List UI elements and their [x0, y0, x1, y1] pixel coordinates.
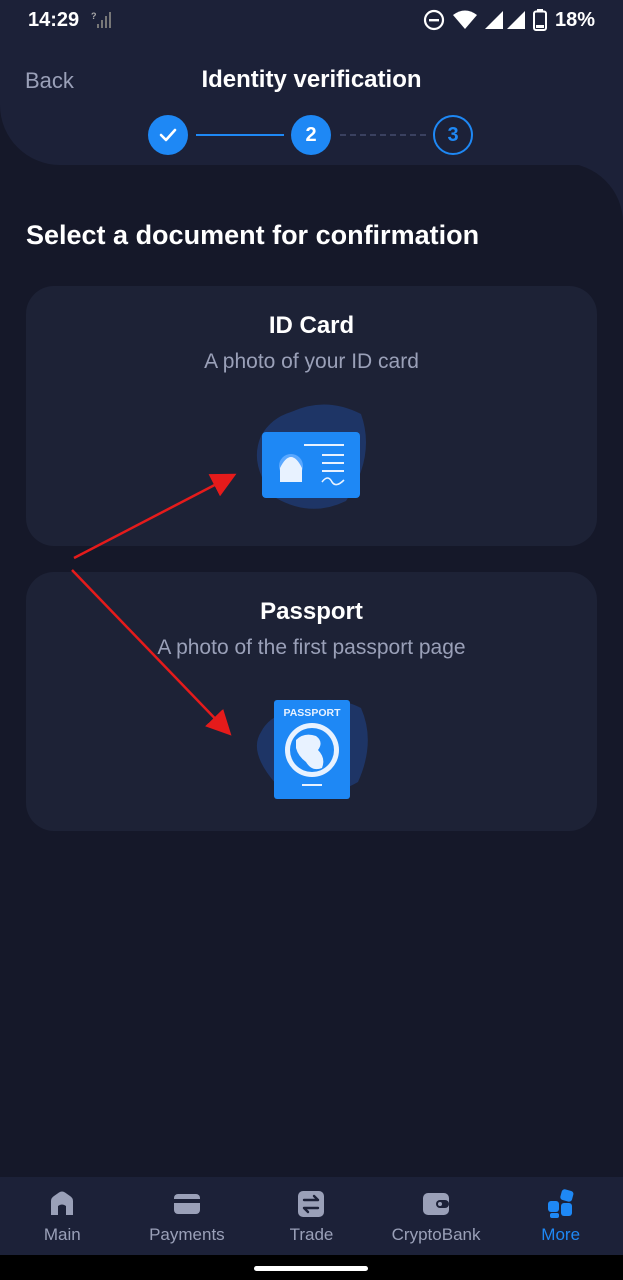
id-card-icon	[256, 404, 366, 509]
step-1-completed	[148, 115, 188, 155]
cell-signal-icon	[484, 11, 525, 29]
battery-level: 18%	[554, 8, 595, 31]
progress-stepper: 2 3	[148, 115, 474, 155]
home-gesture-handle[interactable]	[254, 1266, 368, 1271]
header-curve	[563, 163, 623, 223]
wallet-icon	[423, 1193, 450, 1215]
section-title: Select a document for confirmation	[26, 220, 480, 250]
checkmark-icon	[159, 128, 177, 142]
tab-trade[interactable]: Trade	[249, 1177, 374, 1255]
tab-more[interactable]: More	[498, 1177, 623, 1255]
step-3-pending: 3	[433, 115, 473, 155]
passport-option[interactable]: Passport A photo of the first passport p…	[26, 572, 597, 831]
signal-question-icon: ?	[91, 11, 112, 28]
tab-label: CryptoBank	[391, 1225, 481, 1244]
tab-label: Payments	[149, 1225, 225, 1244]
system-navigation-bar	[0, 1255, 623, 1280]
tab-label: Main	[43, 1225, 81, 1244]
tab-cryptobank[interactable]: CryptoBank	[374, 1177, 499, 1255]
bottom-tab-bar: Main Payments Trade CryptoBank More	[0, 1177, 623, 1255]
card-icon	[173, 1194, 200, 1214]
tab-payments[interactable]: Payments	[125, 1177, 250, 1255]
grid-icon	[547, 1189, 574, 1218]
id-card-option[interactable]: ID Card A photo of your ID card	[26, 286, 597, 546]
do-not-disturb-icon	[423, 9, 445, 31]
home-icon	[51, 1191, 74, 1215]
step-2-current: 2	[291, 115, 331, 155]
status-bar: 14:29 ? 18%	[0, 0, 623, 40]
passport-icon-label: PASSPORT	[284, 707, 342, 719]
stepper-line-completed	[196, 134, 284, 136]
exchange-icon	[298, 1191, 325, 1217]
tab-label: Trade	[289, 1225, 334, 1244]
stepper-line-pending	[340, 134, 426, 136]
battery-icon	[532, 9, 547, 31]
passport-icon: PASSPORT	[256, 699, 368, 799]
status-time: 14:29	[28, 8, 80, 31]
page-title: Identity verification	[201, 66, 422, 93]
svg-text:?: ?	[91, 11, 97, 21]
wifi-icon	[452, 10, 477, 29]
tab-main[interactable]: Main	[0, 1177, 125, 1255]
tab-label: More	[541, 1225, 581, 1244]
